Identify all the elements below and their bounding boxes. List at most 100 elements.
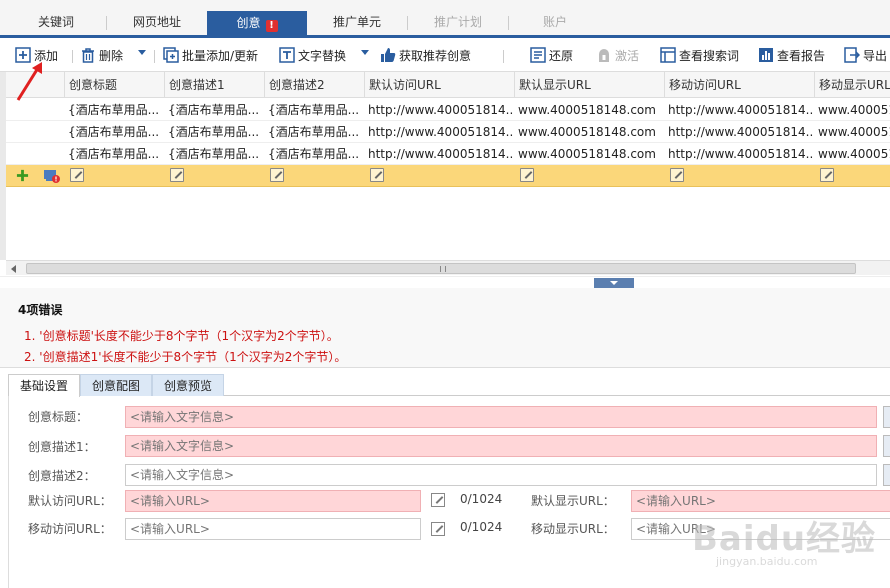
default-visit-url-input[interactable] (125, 490, 421, 512)
activate-button[interactable]: 激活 (596, 46, 639, 66)
view-search-terms-button[interactable]: 查看搜索词 (660, 46, 739, 66)
cell-desc2: {酒店布草用品... (268, 147, 360, 161)
batch-label: 批量添加/更新 (182, 49, 259, 63)
mobile-visit-url-label: 移动访问URL： (28, 522, 112, 536)
cell-default-visit-url: http://www.400051814... (368, 147, 514, 161)
desc2-input[interactable] (125, 464, 877, 486)
batch-add-update-button[interactable]: 批量添加/更新 (163, 46, 258, 66)
delete-label: 删除 (99, 49, 124, 63)
edit-title-icon[interactable] (70, 168, 84, 182)
bar-chart-icon (759, 48, 773, 62)
tab-label: 关键词 (37, 15, 74, 29)
desc1-insert-button[interactable] (883, 435, 890, 457)
delete-button[interactable]: 删除 (80, 46, 123, 66)
char-count: 0/1024 (460, 492, 503, 506)
title-insert-button[interactable] (883, 406, 890, 428)
toolbar-divider (72, 50, 73, 63)
cell-title: {酒店布草用品... (68, 125, 160, 139)
tab-label: 网页地址 (132, 15, 181, 29)
text-replace-icon (279, 47, 295, 63)
edit-mobile-display-url-icon[interactable] (820, 168, 834, 182)
column-header-title[interactable]: 创意标题 (64, 72, 164, 98)
column-header-mobile-visit-url[interactable]: 移动访问URL (664, 72, 814, 98)
edit-desc1-icon[interactable] (170, 168, 184, 182)
batch-add-icon (163, 47, 179, 63)
restore-icon (530, 47, 546, 63)
tab-creative-preview[interactable]: 创意预览 (152, 374, 224, 396)
cell-mobile-display-url: www.4000518... (818, 147, 890, 161)
grip-icon (440, 266, 446, 272)
tab-creative-image[interactable]: 创意配图 (80, 374, 152, 396)
add-label: 添加 (34, 49, 59, 63)
cell-desc2: {酒店布草用品... (268, 103, 360, 117)
replace-label: 文字替换 (298, 49, 347, 63)
tab-label: 创意 (236, 16, 261, 30)
desc2-label: 创意描述2： (28, 469, 96, 483)
edit-desc2-icon[interactable] (270, 168, 284, 182)
restore-label: 还原 (549, 49, 574, 63)
column-header-desc2[interactable]: 创意描述2 (264, 72, 364, 98)
new-row-editor[interactable] (6, 165, 890, 187)
text-replace-button[interactable]: 文字替换 (279, 46, 346, 66)
column-header-mobile-display-url[interactable]: 移动显示URL (814, 72, 890, 98)
cell-mobile-visit-url: http://www.400051814... (668, 147, 814, 161)
red-arrow-annotation-icon (16, 62, 42, 101)
export-button[interactable]: 导出 (844, 46, 887, 66)
cell-desc2: {酒店布草用品... (268, 125, 360, 139)
scrollbar-thumb[interactable] (26, 263, 856, 274)
tab-web-address[interactable]: 网页地址 (107, 10, 207, 35)
tab-account[interactable]: 账户 (509, 10, 601, 35)
baidu-jingyan-watermark: Baidu经验 jingyan.baidu.com (688, 505, 888, 585)
column-header-default-visit-url[interactable]: 默认访问URL (364, 72, 514, 98)
restore-button[interactable]: 还原 (530, 46, 573, 66)
row-error-icon[interactable] (43, 168, 61, 184)
open-url-icon[interactable] (431, 522, 445, 536)
collapse-panel-icon[interactable] (594, 278, 634, 288)
delete-dropdown-icon[interactable] (138, 50, 146, 55)
get-recommended-button[interactable]: 获取推荐创意 (380, 46, 471, 66)
table-row[interactable]: {酒店布草用品... {酒店布草用品... {酒店布草用品... http://… (6, 143, 890, 165)
column-header-default-display-url[interactable]: 默认显示URL (514, 72, 664, 98)
view-report-button[interactable]: 查看报告 (758, 46, 825, 66)
cell-mobile-display-url: www.4000518... (818, 125, 890, 139)
watermark-word: Baidu经验 (692, 519, 877, 559)
edit-mobile-visit-url-icon[interactable] (670, 168, 684, 182)
tab-ad-group[interactable]: 推广单元 (307, 10, 407, 35)
panel-splitter[interactable] (0, 276, 890, 288)
edit-default-visit-url-icon[interactable] (370, 168, 384, 182)
horizontal-scrollbar[interactable] (6, 260, 890, 275)
column-header-desc1[interactable]: 创意描述1 (164, 72, 264, 98)
default-display-url-label: 默认显示URL： (531, 494, 615, 508)
activate-label: 激活 (615, 49, 640, 63)
desc1-label: 创意描述1： (28, 440, 96, 454)
scroll-left-icon[interactable] (11, 265, 16, 273)
table-row[interactable]: {酒店布草用品... {酒店布草用品... {酒店布草用品... http://… (6, 99, 890, 121)
tab-label: 推广计划 (433, 15, 482, 29)
title-input[interactable] (125, 406, 877, 428)
cell-mobile-visit-url: http://www.400051814... (668, 103, 814, 117)
desc2-insert-button[interactable] (883, 464, 890, 486)
toolbar: 添加 删除 批量添加/更新 文字替换 获取推荐创意 还原 激活 查看搜索词 查看… (0, 41, 890, 72)
tab-creative[interactable]: 创意! (207, 11, 307, 36)
desc1-input[interactable] (125, 435, 877, 457)
cell-default-display-url: www.4000518148.com (518, 125, 656, 139)
mobile-visit-url-input[interactable] (125, 518, 421, 540)
edit-default-display-url-icon[interactable] (520, 168, 534, 182)
error-message: 2. '创意描述1'长度不能少于8个字节（1个汉字为2个字节）。 (24, 350, 347, 364)
top-tab-bar: 关键词 网页地址 创意! 推广单元 推广计划 账户 (0, 0, 890, 38)
tab-keywords[interactable]: 关键词 (6, 10, 106, 35)
open-url-icon[interactable] (431, 493, 445, 507)
error-badge-icon: ! (265, 20, 278, 32)
report-label: 查看报告 (777, 49, 826, 63)
add-row-icon[interactable] (16, 169, 29, 182)
table-row[interactable]: {酒店布草用品... {酒店布草用品... {酒店布草用品... http://… (6, 121, 890, 143)
cell-default-visit-url: http://www.400051814... (368, 103, 514, 117)
tab-basic-settings[interactable]: 基础设置 (8, 374, 80, 397)
cell-default-visit-url: http://www.400051814... (368, 125, 514, 139)
thumbs-up-icon (381, 48, 396, 62)
replace-dropdown-icon[interactable] (361, 50, 369, 55)
cell-title: {酒店布草用品... (68, 147, 160, 161)
mobile-display-url-label: 移动显示URL： (531, 522, 615, 536)
char-count: 0/1024 (460, 520, 503, 534)
tab-campaign[interactable]: 推广计划 (408, 10, 508, 35)
